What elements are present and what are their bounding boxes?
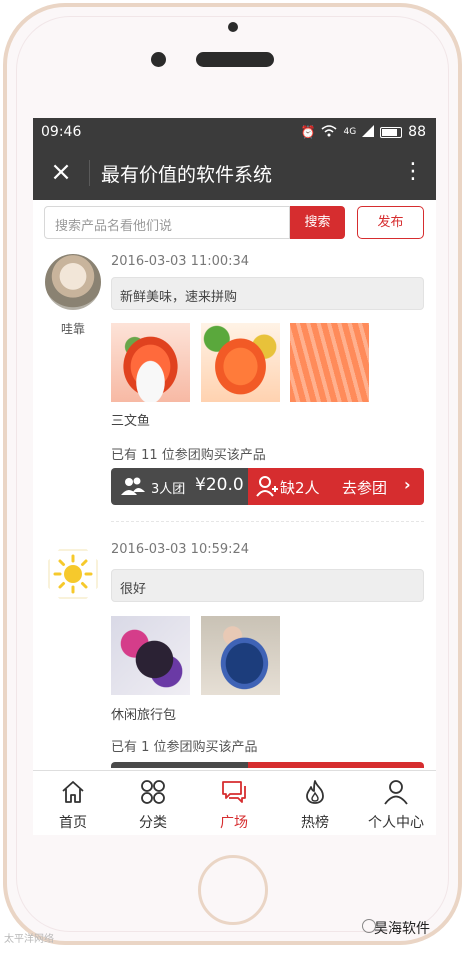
battery-icon <box>380 126 403 138</box>
group-buy-bar <box>111 762 424 768</box>
user-icon <box>384 780 408 805</box>
group-buy-bar: 3人团 ¥20.0 缺2人 去参团 › <box>111 468 424 505</box>
post-feed[interactable]: 哇靠 2016-03-03 11:00:34 新鲜美味，速来拼购 三文鱼 已有 … <box>33 246 436 768</box>
team-size: 3人团 <box>151 482 186 497</box>
post-message: 新鲜美味，速来拼购 <box>111 277 424 310</box>
bottom-tab-bar: 首页 分类 广场 热榜 个人中心 <box>33 770 436 835</box>
post-message: 很好 <box>111 569 424 602</box>
more-menu-icon[interactable]: ⋮ <box>402 156 424 188</box>
alarm-icon: ⏰ <box>300 125 316 139</box>
search-input[interactable]: 搜索产品名看他们说 <box>44 206 290 239</box>
tab-profile[interactable]: 个人中心 <box>356 771 436 835</box>
product-name: 三文鱼 <box>111 414 151 429</box>
battery-level: 88 <box>408 124 426 140</box>
publish-button[interactable]: 发布 <box>357 206 424 239</box>
status-time: 09:46 <box>41 124 82 140</box>
tab-label: 热榜 <box>301 815 329 831</box>
join-group-button[interactable] <box>248 762 424 768</box>
status-icons: ⏰ 4G 88 <box>301 124 426 140</box>
search-row: 搜索产品名看他们说 搜索 发布 <box>33 200 436 246</box>
app-screen: 09:46 ⏰ 4G 88 × 最有价值的软件系统 ⋮ 搜索产品名看他们说 搜索… <box>33 118 436 835</box>
phone-front-camera <box>151 52 166 67</box>
watermark-right: 昊海软件 <box>374 921 430 937</box>
product-image[interactable] <box>111 323 190 402</box>
chevron-right-icon: › <box>404 475 411 494</box>
watermark-left: 太平洋网络 <box>4 934 54 945</box>
group-info: 3人团 ¥20.0 <box>111 468 248 505</box>
tab-category[interactable]: 分类 <box>113 771 193 835</box>
author-name: 哇靠 <box>60 322 85 336</box>
product-image[interactable] <box>111 616 190 695</box>
home-icon <box>62 781 84 803</box>
tab-label: 个人中心 <box>368 815 424 831</box>
join-group-button[interactable]: 缺2人 去参团 › <box>248 468 424 505</box>
tab-label: 广场 <box>220 815 248 831</box>
tab-square[interactable]: 广场 <box>194 771 274 835</box>
close-icon[interactable]: × <box>47 158 75 186</box>
missing-count: 缺2人 <box>280 479 320 497</box>
post-time: 2016-03-03 11:00:34 <box>111 254 250 269</box>
flame-icon <box>306 780 324 804</box>
product-image[interactable] <box>201 616 280 695</box>
app-bar: × 最有价值的软件系统 ⋮ <box>33 146 436 200</box>
grid-icon <box>141 780 165 804</box>
product-name: 休闲旅行包 <box>111 708 177 723</box>
post-divider <box>111 521 424 522</box>
tab-hot-list[interactable]: 热榜 <box>275 771 355 835</box>
join-label: 去参团 <box>342 479 388 497</box>
group-count-text: 已有 11 位参团购买该产品 <box>111 448 266 463</box>
appbar-divider <box>89 160 90 186</box>
tab-label: 分类 <box>139 815 167 831</box>
tab-label: 首页 <box>59 815 87 831</box>
product-image[interactable] <box>290 323 369 402</box>
status-bar: 09:46 ⏰ 4G 88 <box>33 118 436 146</box>
sun-icon <box>48 549 98 599</box>
group-users-icon <box>121 476 145 500</box>
add-user-icon <box>256 475 278 501</box>
product-image[interactable] <box>201 323 280 402</box>
signal-icon <box>362 124 375 140</box>
search-button[interactable]: 搜索 <box>290 206 345 239</box>
tab-home[interactable]: 首页 <box>33 771 113 835</box>
page-title: 最有价值的软件系统 <box>101 164 273 186</box>
phone-speaker <box>196 52 274 67</box>
avatar[interactable] <box>45 546 101 602</box>
wifi-icon <box>321 124 337 140</box>
chat-icon <box>222 781 246 803</box>
phone-sensor <box>228 22 238 32</box>
group-price: ¥20.0 <box>195 475 244 495</box>
group-info <box>111 762 248 768</box>
group-count-text: 已有 1 位参团购买该产品 <box>111 740 258 755</box>
post-time: 2016-03-03 10:59:24 <box>111 542 250 557</box>
network-label: 4G <box>343 127 357 137</box>
avatar[interactable] <box>45 254 101 310</box>
phone-home-button[interactable] <box>198 855 268 925</box>
